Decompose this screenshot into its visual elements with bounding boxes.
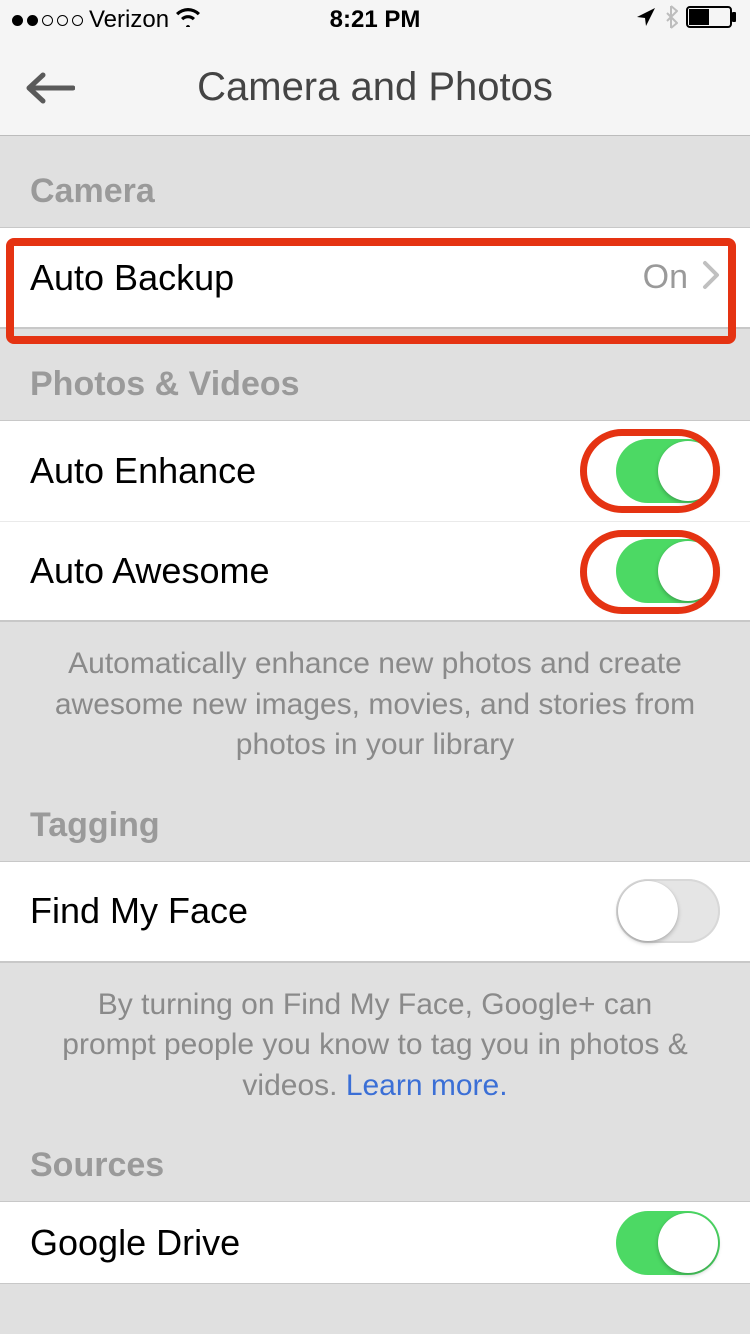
row-label-auto-enhance: Auto Enhance — [30, 450, 616, 492]
status-left: Verizon — [12, 6, 330, 34]
toggle-find-my-face[interactable] — [616, 879, 720, 943]
signal-strength-icon — [12, 15, 83, 26]
section-footer-photos-videos: Automatically enhance new photos and cre… — [0, 622, 750, 788]
section-header-sources: Sources — [0, 1128, 750, 1201]
wifi-icon — [175, 6, 201, 34]
battery-icon — [686, 6, 738, 35]
status-bar: Verizon 8:21 PM — [0, 0, 750, 40]
status-right — [420, 5, 738, 36]
group-tagging: Find My Face — [0, 861, 750, 963]
section-header-photos-videos: Photos & Videos — [0, 329, 750, 420]
row-label-auto-awesome: Auto Awesome — [30, 550, 616, 592]
row-find-my-face: Find My Face — [0, 862, 750, 962]
section-header-camera: Camera — [0, 136, 750, 227]
carrier-label: Verizon — [89, 6, 169, 34]
nav-bar: Camera and Photos — [0, 40, 750, 136]
toggle-auto-enhance[interactable] — [616, 439, 720, 503]
page-title: Camera and Photos — [0, 65, 750, 110]
status-time: 8:21 PM — [330, 6, 421, 34]
row-google-drive: Google Drive — [0, 1202, 750, 1284]
arrow-left-icon — [25, 71, 75, 105]
row-auto-backup[interactable]: Auto Backup On — [0, 228, 750, 328]
row-label-google-drive: Google Drive — [30, 1222, 616, 1264]
location-icon — [636, 6, 656, 34]
section-header-tagging: Tagging — [0, 788, 750, 861]
chevron-right-icon — [702, 257, 720, 299]
row-label-auto-backup: Auto Backup — [30, 257, 643, 299]
row-value-auto-backup: On — [643, 258, 688, 297]
row-auto-awesome: Auto Awesome — [0, 521, 750, 621]
group-camera: Auto Backup On — [0, 227, 750, 329]
row-auto-enhance: Auto Enhance — [0, 421, 750, 521]
toggle-google-drive[interactable] — [616, 1211, 720, 1275]
bluetooth-icon — [664, 5, 678, 36]
group-sources: Google Drive — [0, 1201, 750, 1284]
toggle-auto-awesome[interactable] — [616, 539, 720, 603]
section-footer-tagging: By turning on Find My Face, Google+ can … — [0, 963, 750, 1129]
row-label-find-my-face: Find My Face — [30, 890, 616, 932]
back-button[interactable] — [20, 58, 80, 118]
group-photos-videos: Auto Enhance Auto Awesome — [0, 420, 750, 622]
learn-more-link[interactable]: Learn more. — [346, 1069, 508, 1102]
